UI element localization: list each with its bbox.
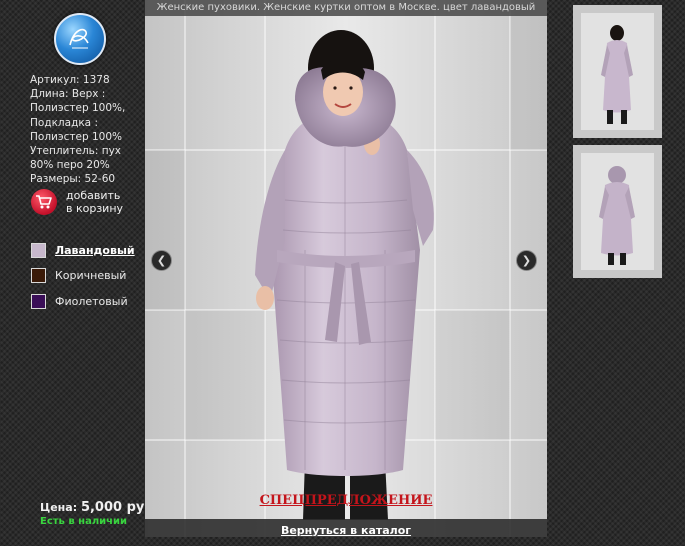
color-option-brown[interactable]: Коричневый <box>31 268 135 284</box>
thumbnail-image <box>573 145 662 278</box>
detail-line: Размеры: 52-60 <box>30 173 116 186</box>
color-label: Лавандовый <box>55 243 135 257</box>
shopping-cart-icon <box>31 189 57 215</box>
color-options: Лавандовый Коричневый Фиолетовый <box>31 242 135 319</box>
detail-line: Полиэстер 100%, <box>30 102 126 115</box>
add-to-cart-button[interactable]: добавить в корзину <box>31 189 151 221</box>
price: Цена: 5,000 руб. <box>40 500 158 515</box>
price-label: Цена: <box>40 501 78 514</box>
color-label: Коричневый <box>55 269 127 282</box>
detail-line: Полиэстер 100% <box>30 130 122 143</box>
color-option-lavender[interactable]: Лавандовый <box>31 242 135 258</box>
cart-label-line2: в корзину <box>66 202 124 215</box>
chevron-right-icon: ❯ <box>521 254 532 267</box>
detail-line: Артикул: 1378 <box>30 74 110 86</box>
thumbnail-image <box>573 5 662 138</box>
logo-emblem-icon <box>69 28 89 49</box>
prev-image-button[interactable]: ❮ <box>151 250 172 271</box>
back-bar: Вернуться в каталог <box>145 519 547 537</box>
cart-label-line1: добавить <box>66 189 121 202</box>
site-logo[interactable] <box>54 13 106 65</box>
thumbnail-front[interactable] <box>573 5 662 138</box>
color-label: Фиолетовый <box>55 294 128 308</box>
product-photo <box>145 0 547 537</box>
special-offer-link[interactable]: СПЕЦПРЕДЛОЖЕНИЕ <box>145 493 547 508</box>
product-details: Артикул: 1378 Длина: Верх : Полиэстер 10… <box>30 73 140 187</box>
back-to-catalog-link[interactable]: Вернуться в каталог <box>281 524 411 537</box>
color-swatch <box>31 268 46 283</box>
color-option-violet[interactable]: Фиолетовый <box>31 293 135 309</box>
product-image-viewer: Женские пуховики. Женские куртки оптом в… <box>145 0 547 537</box>
image-title: Женские пуховики. Женские куртки оптом в… <box>145 0 547 16</box>
detail-line: 80% перо 20% <box>30 159 110 172</box>
thumbnail-back[interactable] <box>573 145 662 278</box>
detail-line: Подкладка : <box>30 116 98 129</box>
color-swatch <box>31 242 46 258</box>
chevron-left-icon: ❮ <box>156 254 167 267</box>
detail-line: Длина: Верх : <box>30 88 106 101</box>
next-image-button[interactable]: ❯ <box>516 250 537 271</box>
availability-status: Есть в наличии <box>40 516 128 527</box>
color-swatch <box>31 293 46 309</box>
detail-line: Утеплитель: пух <box>30 145 122 158</box>
